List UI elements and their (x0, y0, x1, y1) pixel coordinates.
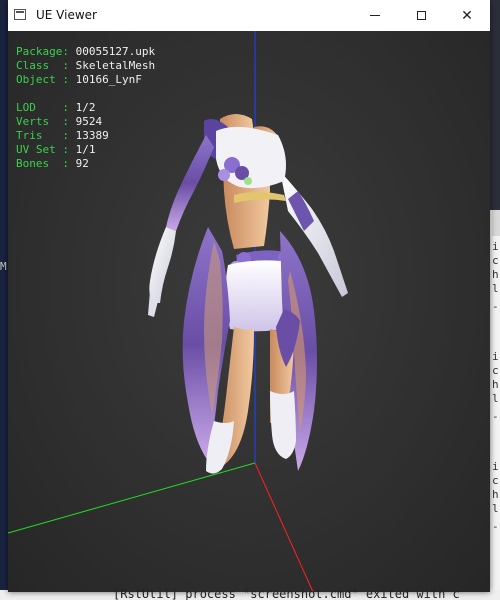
info-value-object: 10166_LynF (75, 73, 142, 86)
info-value-bones: 92 (75, 157, 89, 170)
background-console-char: l (492, 502, 499, 515)
info-value-lod: 1/2 (75, 101, 96, 114)
maximize-icon (416, 11, 426, 20)
info-row-lod: LOD : 1/2 (16, 101, 95, 115)
background-console-char: i (492, 350, 499, 363)
info-row-verts: Verts : 9524 (16, 115, 102, 129)
info-label-object: Object : (16, 73, 69, 86)
info-row-class: Class : SkeletalMesh (16, 59, 155, 73)
background-window-right-dark (490, 0, 500, 210)
background-console-line: [RstUtil] process "screenshot.cmd" exite… (113, 588, 460, 600)
info-label-package: Package: (16, 45, 69, 58)
background-console-char: h (492, 488, 499, 501)
info-value-package: 00055127.upk (75, 45, 156, 58)
info-value-uvset: 1/1 (75, 143, 96, 156)
window-title: UE Viewer (36, 8, 97, 22)
background-panel-header (492, 210, 500, 236)
title-bar[interactable]: UE Viewer ✕ (8, 0, 490, 31)
minimize-button[interactable] (352, 0, 398, 31)
minimize-icon (370, 15, 380, 16)
background-console-char: c (492, 254, 499, 267)
background-console-char: c (492, 474, 499, 487)
background-console-char: h (492, 378, 499, 391)
y-axis-line (8, 462, 256, 534)
info-label-verts: Verts : (16, 115, 69, 128)
maximize-button[interactable] (398, 0, 444, 31)
info-row-tris: Tris : 13389 (16, 129, 109, 143)
3d-viewport[interactable]: Package: 00055127.upk Class : SkeletalMe… (8, 31, 490, 592)
info-label-tris: Tris : (16, 129, 69, 142)
info-label-bones: Bones : (16, 157, 69, 170)
background-console-char: l (492, 282, 499, 295)
info-value-tris: 13389 (75, 129, 109, 142)
info-value-verts: 9524 (75, 115, 103, 128)
background-text-char: M (0, 260, 7, 273)
x-axis-line (254, 462, 314, 592)
close-button[interactable]: ✕ (444, 0, 490, 31)
background-console-char: - (492, 520, 499, 533)
background-console-char: i (492, 460, 499, 473)
info-label-uvset: UV Set : (16, 143, 69, 156)
info-row-object: Object : 10166_LynF (16, 73, 142, 87)
close-icon: ✕ (461, 7, 473, 24)
info-label-class: Class : (16, 59, 69, 72)
character-model (148, 114, 348, 474)
desktop-background-left (0, 0, 8, 600)
background-console-char: i (492, 240, 499, 253)
info-row-uvset: UV Set : 1/1 (16, 143, 95, 157)
info-value-class: SkeletalMesh (75, 59, 156, 72)
background-console-char: c (492, 364, 499, 377)
app-window-icon (14, 9, 26, 20)
background-console-char: l (492, 392, 499, 405)
info-row-package: Package: 00055127.upk (16, 45, 155, 59)
background-console-char: - (492, 300, 499, 313)
info-row-bones: Bones : 92 (16, 157, 89, 171)
background-console-char: - (492, 410, 499, 423)
background-console-char: h (492, 268, 499, 281)
ue-viewer-window: UE Viewer ✕ Package: 00055127.upk Class … (8, 0, 490, 592)
info-label-lod: LOD : (16, 101, 69, 114)
